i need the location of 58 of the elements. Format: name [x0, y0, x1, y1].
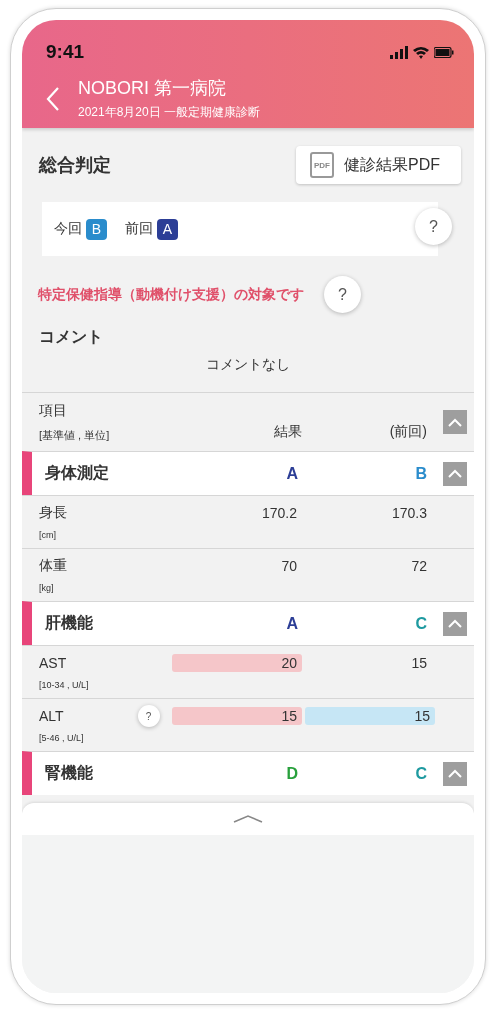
grade-letter: C: [415, 764, 427, 783]
status-time: 9:41: [46, 41, 85, 63]
chevron-icon: [447, 417, 462, 427]
previous-value: 170.3: [390, 504, 428, 522]
reference-range: [5-46 , U/L]: [39, 733, 85, 743]
grade-letter: D: [286, 764, 298, 783]
help-button[interactable]: ?: [415, 208, 452, 245]
help-button[interactable]: ?: [324, 276, 361, 313]
comment-text: コメントなし: [205, 355, 291, 374]
collapse-button[interactable]: [442, 761, 467, 786]
item-name: 身長: [39, 504, 67, 522]
reference-range: [kg]: [39, 583, 55, 593]
collapse-button[interactable]: [442, 611, 467, 636]
chevron-icon: [447, 769, 462, 778]
column-header: 項目: [39, 401, 68, 420]
grade-badge: A: [157, 218, 178, 240]
previous-value: 15: [305, 707, 435, 725]
section-name: 身体測定: [45, 464, 109, 481]
pdf-button[interactable]: PDF 健診結果PDF: [296, 146, 461, 184]
previous-value: 15: [410, 654, 428, 672]
exam-subtitle: 2021年8月20日 一般定期健康診断: [78, 104, 261, 121]
column-header: (前回): [389, 423, 427, 441]
reference-range: [10-34 , U/L]: [39, 680, 90, 690]
result-value: 170.2: [260, 504, 298, 522]
grade-letter: A: [286, 614, 298, 633]
battery-icon: [434, 46, 454, 58]
comment-title: コメント: [38, 327, 104, 347]
section-name: 肝機能: [45, 614, 93, 631]
pdf-file-icon: PDF: [310, 152, 334, 178]
wifi-icon: [413, 45, 429, 59]
chevron-up-icon[interactable]: [233, 815, 263, 823]
item-name: AST: [39, 655, 67, 671]
grade-letter: C: [415, 614, 427, 633]
section-name: 腎機能: [45, 764, 93, 781]
column-header: 結果: [274, 423, 302, 441]
chevron-icon: [447, 469, 462, 478]
reference-range: [cm]: [39, 530, 57, 540]
grade-label: 今回: [54, 220, 82, 238]
back-icon[interactable]: [46, 85, 60, 112]
chevron-icon: [447, 619, 462, 628]
grade-label: 前回: [125, 220, 153, 238]
hospital-title: NOBORI 第一病院: [78, 77, 227, 100]
previous-value: 72: [410, 557, 428, 575]
grade-badge: B: [86, 218, 107, 240]
grade-letter: A: [286, 464, 298, 483]
item-name: ALT: [39, 708, 64, 724]
grade-letter: B: [415, 464, 427, 483]
result-value: 20: [172, 654, 302, 672]
collapse-button[interactable]: [442, 410, 467, 434]
help-button[interactable]: ?: [137, 705, 160, 727]
collapse-button[interactable]: [442, 461, 467, 486]
result-value: 15: [172, 707, 302, 725]
item-name: 体重: [39, 557, 67, 575]
result-value: 70: [280, 557, 298, 575]
signal-icon: [390, 45, 408, 59]
column-header: [基準値 , 単位]: [39, 427, 111, 443]
section-title: 総合判定: [39, 154, 111, 177]
guidance-notice: 特定保健指導（動機付け支援）の対象です: [38, 285, 304, 304]
